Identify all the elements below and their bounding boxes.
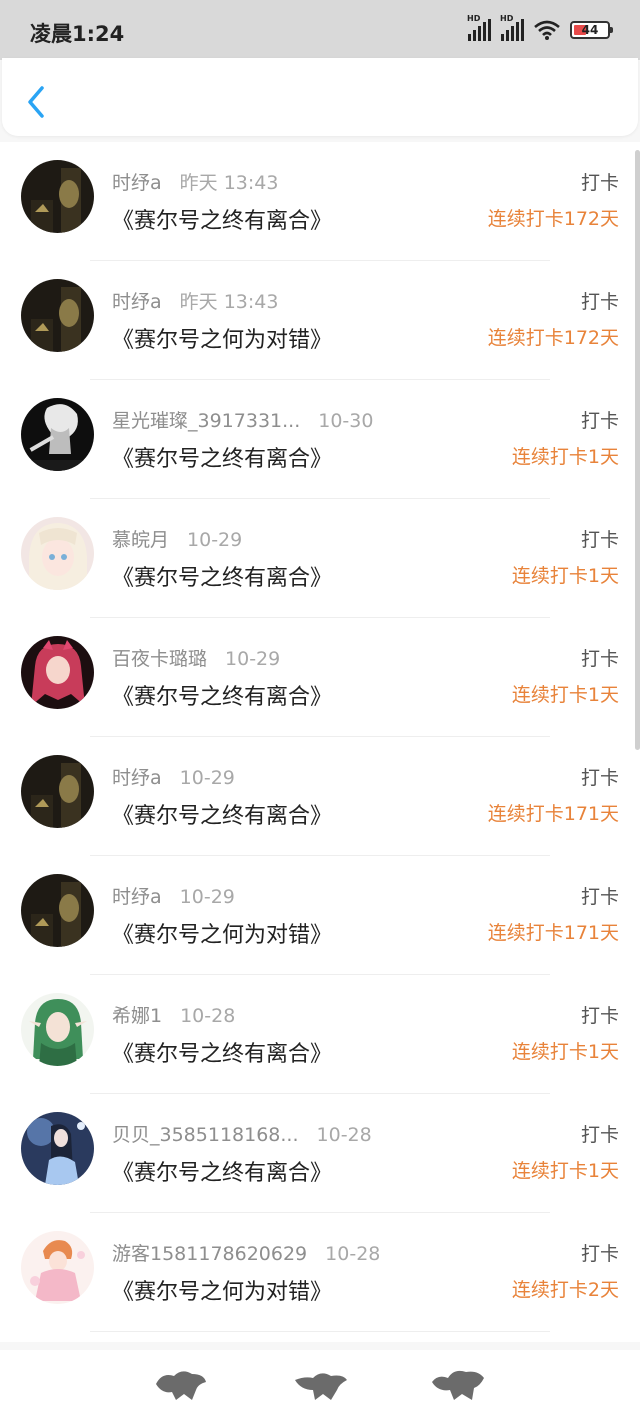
list-item[interactable]: 游客1581178620629 10-28 《赛尔号之何为对错》 打卡 连续打卡2…	[0, 1213, 640, 1332]
user-avatar[interactable]	[21, 517, 94, 590]
creature-silhouette-icon	[432, 1370, 484, 1400]
checkin-label: 打卡	[580, 767, 619, 789]
streak-count: 连续打卡2天	[511, 1279, 619, 1301]
post-time: 10-28	[180, 1005, 236, 1027]
user-avatar[interactable]	[21, 993, 94, 1066]
user-avatar[interactable]	[21, 1231, 94, 1304]
post-time: 10-28	[325, 1243, 381, 1265]
post-time: 昨天 13:43	[179, 172, 279, 194]
creature-silhouette-icon	[295, 1373, 347, 1400]
battery-level: 44	[581, 23, 599, 37]
post-time: 10-29	[179, 886, 235, 908]
streak-count: 连续打卡172天	[487, 208, 619, 230]
checkin-label: 打卡	[580, 886, 619, 908]
streak-count: 连续打卡1天	[511, 1041, 619, 1063]
post-time: 10-29	[179, 767, 235, 789]
divider	[90, 1331, 550, 1332]
checkin-label: 打卡	[580, 1005, 619, 1027]
user-avatar[interactable]	[21, 636, 94, 709]
status-icons: HD HD 44	[467, 14, 613, 41]
list-item[interactable]: 时纾a 10-29 《赛尔号之何为对错》 打卡 连续打卡171天	[0, 856, 640, 975]
book-title[interactable]: 《赛尔号之终有离合》	[112, 1155, 332, 1187]
book-title[interactable]: 《赛尔号之终有离合》	[112, 798, 332, 830]
checkin-label: 打卡	[580, 648, 619, 670]
wifi-icon	[534, 20, 560, 40]
list-item[interactable]: 贝贝_3585118168... 10-28 《赛尔号之终有离合》 打卡 连续打卡…	[0, 1094, 640, 1213]
streak-count: 连续打卡1天	[511, 446, 619, 468]
user-name[interactable]: 时纾a 10-29	[112, 763, 235, 790]
scrollbar[interactable]	[635, 150, 640, 750]
checkin-label: 打卡	[580, 291, 619, 313]
list-item[interactable]: 星光璀璨_3917331... 10-30 《赛尔号之终有离合》 打卡 连续打卡1…	[0, 380, 640, 499]
list-item[interactable]: 时纾a 昨天 13:43 《赛尔号之何为对错》 打卡 连续打卡172天	[0, 261, 640, 380]
user-avatar[interactable]	[21, 874, 94, 947]
user-name[interactable]: 时纾a 10-29	[112, 882, 235, 909]
list-item[interactable]: 时纾a 10-29 《赛尔号之终有离合》 打卡 连续打卡171天	[0, 737, 640, 856]
post-time: 10-29	[187, 529, 243, 551]
user-avatar[interactable]	[21, 398, 94, 471]
user-name[interactable]: 时纾a 昨天 13:43	[112, 168, 278, 195]
cell-signal-icon-2: HD	[500, 14, 524, 41]
user-name[interactable]: 星光璀璨_3917331... 10-30	[112, 406, 373, 433]
streak-count: 连续打卡1天	[511, 565, 619, 587]
streak-count: 连续打卡171天	[487, 803, 619, 825]
user-name[interactable]: 慕皖月 10-29	[112, 525, 242, 552]
post-time: 10-29	[225, 648, 281, 670]
list-item[interactable]: 百夜卡璐璐 10-29 《赛尔号之终有离合》 打卡 连续打卡1天	[0, 618, 640, 737]
bottom-decoration	[0, 1350, 640, 1423]
streak-count: 连续打卡1天	[511, 684, 619, 706]
list-item[interactable]: 慕皖月 10-29 《赛尔号之终有离合》 打卡 连续打卡1天	[0, 499, 640, 618]
user-name[interactable]: 贝贝_3585118168... 10-28	[112, 1120, 372, 1147]
user-avatar[interactable]	[21, 755, 94, 828]
checkin-label: 打卡	[580, 529, 619, 551]
user-name[interactable]: 希娜1 10-28	[112, 1001, 235, 1028]
top-nav-bar	[2, 58, 638, 136]
status-time: 凌晨1:24	[30, 22, 125, 46]
checkin-list[interactable]: 时纾a 昨天 13:43 《赛尔号之终有离合》 打卡 连续打卡172天 时纾a 昨天…	[0, 142, 640, 1342]
book-title[interactable]: 《赛尔号之何为对错》	[112, 917, 332, 949]
user-avatar[interactable]	[21, 279, 94, 352]
book-title[interactable]: 《赛尔号之何为对错》	[112, 1274, 332, 1306]
checkin-label: 打卡	[580, 172, 619, 194]
book-title[interactable]: 《赛尔号之终有离合》	[112, 203, 332, 235]
post-time: 10-28	[316, 1124, 372, 1146]
streak-count: 连续打卡172天	[487, 327, 619, 349]
book-title[interactable]: 《赛尔号之终有离合》	[112, 560, 332, 592]
post-time: 10-30	[318, 410, 374, 432]
checkin-label: 打卡	[580, 410, 619, 432]
cell-signal-icon: HD	[467, 14, 491, 41]
user-avatar[interactable]	[21, 160, 94, 233]
user-avatar[interactable]	[21, 1112, 94, 1185]
post-time: 昨天 13:43	[179, 291, 279, 313]
user-name[interactable]: 游客1581178620629 10-28	[112, 1239, 380, 1266]
streak-count: 连续打卡1天	[511, 1160, 619, 1182]
battery-icon: 44	[570, 21, 613, 39]
back-chevron-left-icon[interactable]	[26, 86, 48, 118]
book-title[interactable]: 《赛尔号之终有离合》	[112, 679, 332, 711]
user-name[interactable]: 时纾a 昨天 13:43	[112, 287, 278, 314]
book-title[interactable]: 《赛尔号之何为对错》	[112, 322, 332, 354]
streak-count: 连续打卡171天	[487, 922, 619, 944]
checkin-label: 打卡	[580, 1243, 619, 1265]
user-name[interactable]: 百夜卡璐璐 10-29	[112, 644, 280, 671]
creature-silhouette-icon	[156, 1371, 206, 1400]
list-item[interactable]: 希娜1 10-28 《赛尔号之终有离合》 打卡 连续打卡1天	[0, 975, 640, 1094]
list-item[interactable]: 时纾a 昨天 13:43 《赛尔号之终有离合》 打卡 连续打卡172天	[0, 142, 640, 261]
checkin-label: 打卡	[580, 1124, 619, 1146]
status-bar: 凌晨1:24 HD HD 44	[0, 0, 640, 60]
book-title[interactable]: 《赛尔号之终有离合》	[112, 1036, 332, 1068]
book-title[interactable]: 《赛尔号之终有离合》	[112, 441, 332, 473]
